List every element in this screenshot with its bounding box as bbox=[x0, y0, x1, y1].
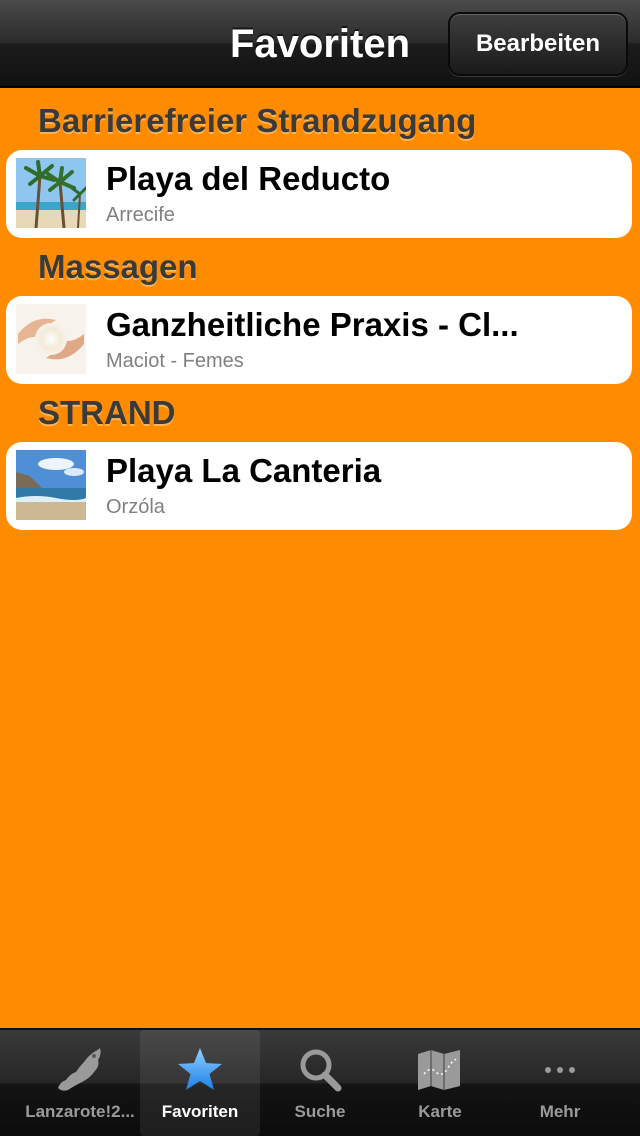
tab-mehr[interactable]: Mehr bbox=[500, 1030, 620, 1136]
coast-thumbnail bbox=[16, 450, 86, 520]
tab-favoriten[interactable]: Favoriten bbox=[140, 1030, 260, 1136]
edit-button[interactable]: Bearbeiten bbox=[448, 12, 628, 76]
navigation-bar: Favoriten Bearbeiten bbox=[0, 0, 640, 88]
tab-label: Mehr bbox=[539, 1102, 581, 1121]
item-title: Playa La Canteria bbox=[106, 452, 382, 489]
massage-hands-thumbnail bbox=[16, 304, 86, 374]
tab-lanzarote[interactable]: Lanzarote!2... bbox=[20, 1030, 140, 1136]
list-item[interactable]: Playa del Reducto Arrecife bbox=[6, 150, 632, 238]
tab-label: Suche bbox=[294, 1102, 346, 1121]
tab-label: Lanzarote!2... bbox=[25, 1102, 135, 1121]
section-header-strand: STRAND bbox=[38, 394, 176, 431]
tab-label: Favoriten bbox=[161, 1102, 239, 1121]
palm-beach-thumbnail bbox=[16, 158, 86, 228]
list-item[interactable]: Playa La Canteria Orzóla bbox=[6, 442, 632, 530]
item-title: Ganzheitliche Praxis - Cl... bbox=[106, 306, 519, 343]
tab-label: Karte bbox=[418, 1102, 462, 1121]
more-icon bbox=[545, 1067, 575, 1073]
section-header-barrierefreier-strandzugang: Barrierefreier Strandzugang bbox=[38, 102, 477, 139]
island-icon bbox=[58, 1048, 101, 1091]
tab-suche[interactable]: Suche bbox=[260, 1030, 380, 1136]
tab-karte[interactable]: Karte bbox=[380, 1030, 500, 1136]
favorites-list: Barrierefreier Strandzugang Playa del Re… bbox=[0, 90, 640, 1028]
section-header-massagen: Massagen bbox=[38, 248, 198, 285]
search-icon bbox=[300, 1049, 342, 1092]
map-icon bbox=[418, 1050, 460, 1090]
item-subtitle: Maciot - Femes bbox=[106, 350, 244, 372]
list-item[interactable]: Ganzheitliche Praxis - Cl... Maciot - Fe… bbox=[6, 296, 632, 384]
item-subtitle: Orzóla bbox=[106, 496, 165, 518]
tab-bar: Lanzarote!2... Favoriten Suche Karte Meh… bbox=[0, 1028, 640, 1136]
item-subtitle: Arrecife bbox=[106, 204, 175, 226]
item-title: Playa del Reducto bbox=[106, 160, 391, 197]
star-icon bbox=[178, 1048, 222, 1090]
